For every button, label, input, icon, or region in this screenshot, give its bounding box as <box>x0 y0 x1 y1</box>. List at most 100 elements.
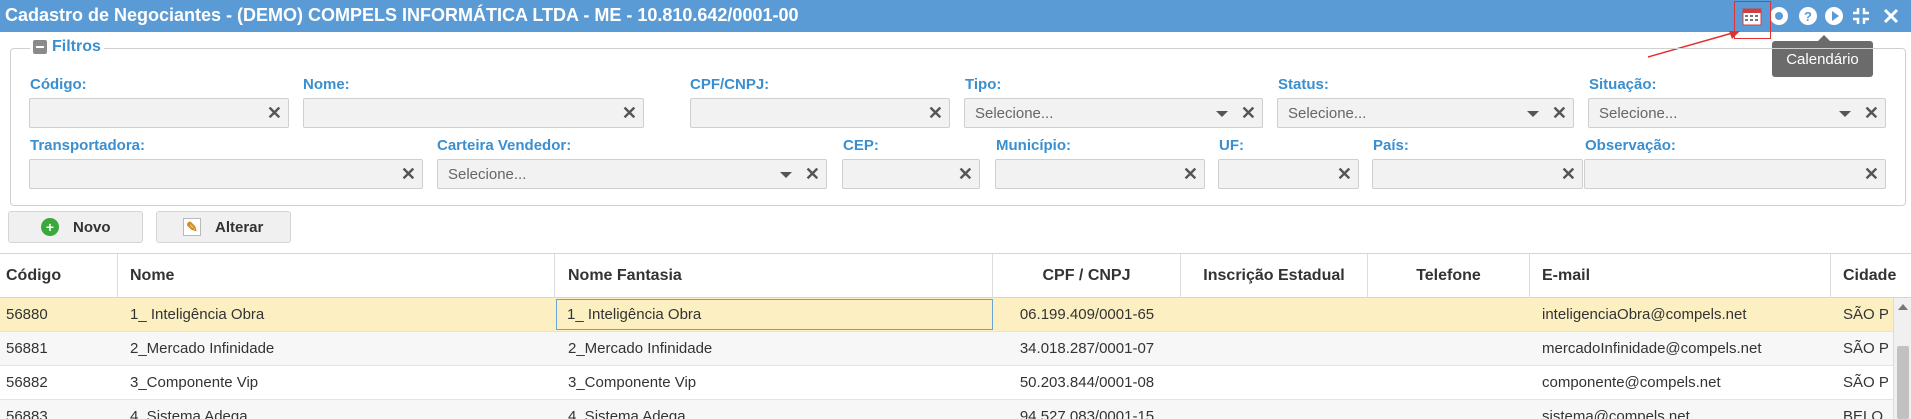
cell-inscricao-estadual <box>1181 366 1368 399</box>
collapse-icon[interactable] <box>33 40 47 54</box>
cpf-cnpj-label: CPF/CNPJ: <box>690 76 770 93</box>
clear-icon[interactable]: ✕ <box>1864 103 1879 123</box>
column-header-codigo[interactable]: Código <box>0 254 118 298</box>
column-header-cidade[interactable]: Cidade <box>1831 254 1911 298</box>
transportadora-input[interactable]: ✕ <box>29 159 423 189</box>
table-row[interactable]: 56883 4_Sistema Adega 4_Sistema Adega 94… <box>0 400 1911 419</box>
new-button-label: Novo <box>73 218 111 236</box>
column-header-email[interactable]: E-mail <box>1530 254 1831 298</box>
column-header-cpf-cnpj[interactable]: CPF / CNPJ <box>993 254 1181 298</box>
window-titlebar: Cadastro de Negociantes - (DEMO) COMPELS… <box>0 0 1911 32</box>
clear-icon[interactable]: ✕ <box>805 164 820 184</box>
tipo-select[interactable]: Selecione... ✕ <box>964 98 1263 128</box>
edit-button[interactable]: ✎ Alterar <box>156 211 291 243</box>
scrollbar-thumb[interactable] <box>1897 346 1909 419</box>
tipo-placeholder: Selecione... <box>975 105 1054 122</box>
column-header-inscricao-estadual[interactable]: Inscrição Estadual <box>1181 254 1368 298</box>
transportadora-label: Transportadora: <box>30 137 146 154</box>
clear-icon[interactable]: ✕ <box>622 103 637 123</box>
cell-nome: 4_Sistema Adega <box>130 408 248 419</box>
cell-codigo: 56882 <box>6 374 48 391</box>
window-title: Cadastro de Negociantes - (DEMO) COMPELS… <box>5 5 799 25</box>
cell-telefone <box>1368 366 1530 399</box>
cell-email: mercadoInfinidade@compels.net <box>1542 340 1762 357</box>
clear-icon[interactable]: ✕ <box>1183 164 1198 184</box>
chevron-down-icon[interactable] <box>1527 111 1539 117</box>
filters-toggle[interactable]: Filtros <box>30 38 104 56</box>
cell-nome-fantasia: 3_Componente Vip <box>568 374 697 391</box>
cell-telefone <box>1368 298 1530 331</box>
clear-icon[interactable]: ✕ <box>1561 164 1576 184</box>
cell-cpf-cnpj: 94.527.083/0001-15 <box>1019 408 1155 419</box>
pais-input[interactable]: ✕ <box>1372 159 1583 189</box>
status-placeholder: Selecione... <box>1288 105 1367 122</box>
cell-nome: 1_ Inteligência Obra <box>130 306 265 323</box>
cell-email: sistema@compels.net <box>1542 408 1690 419</box>
cell-nome-fantasia: 2_Mercado Infinidade <box>568 340 713 357</box>
tipo-label: Tipo: <box>965 76 1002 93</box>
carteira-vendedor-label: Carteira Vendedor: <box>437 137 572 154</box>
pais-label: País: <box>1373 137 1409 154</box>
cell-inscricao-estadual <box>1181 298 1368 331</box>
table-scrollbar[interactable] <box>1893 298 1911 419</box>
cell-cidade: SÃO P <box>1843 340 1889 357</box>
column-header-nome[interactable]: Nome <box>118 254 555 298</box>
status-label: Status: <box>1278 76 1329 93</box>
help-icon[interactable]: ? <box>1797 5 1819 27</box>
cell-nome: 3_Componente Vip <box>130 374 259 391</box>
column-header-nome-fantasia[interactable]: Nome Fantasia <box>555 254 993 298</box>
clear-icon[interactable]: ✕ <box>267 103 282 123</box>
cell-codigo: 56880 <box>6 306 48 323</box>
nome-input[interactable]: ✕ <box>303 98 644 128</box>
situacao-placeholder: Selecione... <box>1599 105 1678 122</box>
cep-label: CEP: <box>843 137 879 154</box>
cell-cidade: SÃO P <box>1843 374 1889 391</box>
record-icon[interactable] <box>1768 5 1790 27</box>
cell-cpf-cnpj: 50.203.844/0001-08 <box>1019 374 1155 391</box>
clear-icon[interactable]: ✕ <box>928 103 943 123</box>
table-row[interactable]: 56880 1_ Inteligência Obra 1_ Inteligênc… <box>0 298 1911 332</box>
observacao-input[interactable]: ✕ <box>1584 159 1886 189</box>
close-icon[interactable] <box>1880 5 1902 27</box>
carteira-vendedor-placeholder: Selecione... <box>448 166 527 183</box>
situacao-select[interactable]: Selecione... ✕ <box>1588 98 1886 128</box>
cpf-cnpj-input[interactable]: ✕ <box>690 98 950 128</box>
column-header-telefone[interactable]: Telefone <box>1368 254 1530 298</box>
status-select[interactable]: Selecione... ✕ <box>1277 98 1574 128</box>
clear-icon[interactable]: ✕ <box>1241 103 1256 123</box>
chevron-down-icon[interactable] <box>780 172 792 178</box>
clear-icon[interactable]: ✕ <box>958 164 973 184</box>
scroll-up-icon[interactable] <box>1898 304 1908 310</box>
clear-icon[interactable]: ✕ <box>1864 164 1879 184</box>
clear-icon[interactable]: ✕ <box>1337 164 1352 184</box>
cell-nome-fantasia[interactable]: 1_ Inteligência Obra <box>556 299 993 330</box>
clear-icon[interactable]: ✕ <box>401 164 416 184</box>
cep-input[interactable]: ✕ <box>842 159 980 189</box>
chevron-down-icon[interactable] <box>1839 111 1851 117</box>
cell-email: componente@compels.net <box>1542 374 1721 391</box>
carteira-vendedor-select[interactable]: Selecione... ✕ <box>437 159 827 189</box>
chevron-down-icon[interactable] <box>1216 111 1228 117</box>
table-row[interactable]: 56881 2_Mercado Infinidade 2_Mercado Inf… <box>0 332 1911 366</box>
cell-cpf-cnpj: 06.199.409/0001-65 <box>1019 306 1155 323</box>
table-row[interactable]: 56882 3_Componente Vip 3_Componente Vip … <box>0 366 1911 400</box>
observacao-label: Observação: <box>1585 137 1676 154</box>
cell-cpf-cnpj: 34.018.287/0001-07 <box>1019 340 1155 357</box>
codigo-input[interactable]: ✕ <box>29 98 289 128</box>
cell-inscricao-estadual <box>1181 332 1368 365</box>
cell-nome-fantasia: 4_Sistema Adega <box>568 408 686 419</box>
new-button[interactable]: + Novo <box>8 211 143 243</box>
pencil-icon: ✎ <box>183 218 201 236</box>
cell-email: inteligenciaObra@compels.net <box>1542 306 1747 323</box>
table-header: Código Nome Nome Fantasia CPF / CNPJ Ins… <box>0 253 1911 298</box>
cell-codigo: 56883 <box>6 408 48 419</box>
nome-label: Nome: <box>303 76 350 93</box>
play-icon[interactable] <box>1823 5 1845 27</box>
cell-inscricao-estadual <box>1181 400 1368 419</box>
cell-cidade: BELO <box>1843 408 1884 419</box>
uf-input[interactable]: ✕ <box>1218 159 1359 189</box>
municipio-input[interactable]: ✕ <box>995 159 1205 189</box>
codigo-label: Código: <box>30 76 87 93</box>
clear-icon[interactable]: ✕ <box>1552 103 1567 123</box>
compress-icon[interactable] <box>1850 5 1872 27</box>
